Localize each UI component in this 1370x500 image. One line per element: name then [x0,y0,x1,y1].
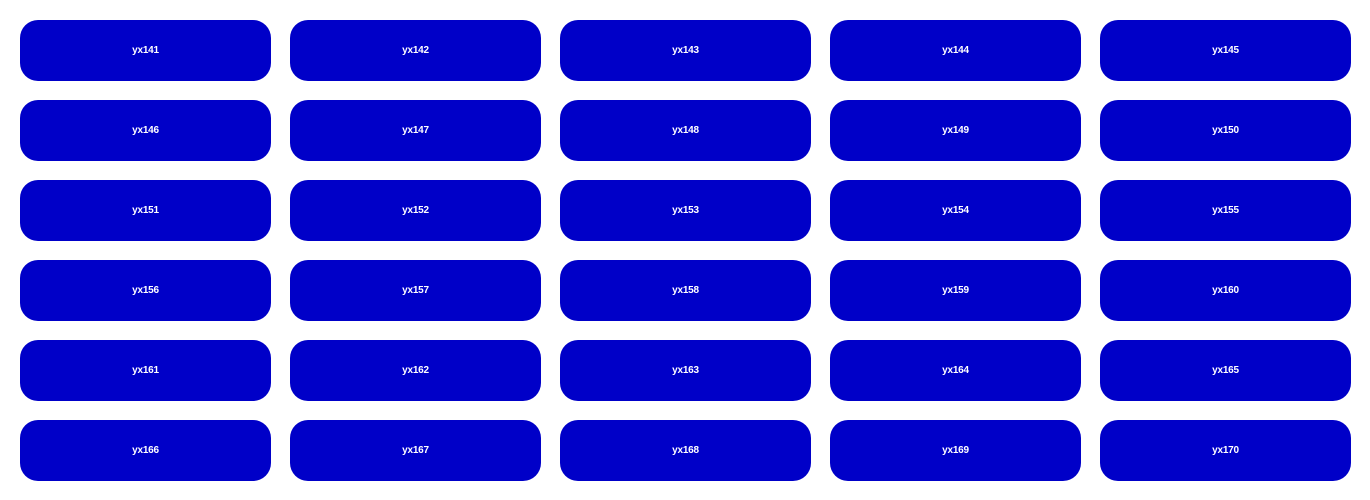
tile-label: yx158 [672,285,699,296]
tile-label: yx167 [402,445,429,456]
tile-button[interactable]: yx158 [560,260,811,321]
tile-button[interactable]: yx168 [560,420,811,481]
tile-label: yx159 [942,285,969,296]
tile-label: yx160 [1212,285,1239,296]
tile-label: yx162 [402,365,429,376]
tile-label: yx147 [402,125,429,136]
tile-button[interactable]: yx142 [290,20,541,81]
tile-label: yx150 [1212,125,1239,136]
tile-label: yx157 [402,285,429,296]
tile-button[interactable]: yx165 [1100,340,1351,401]
tile-label: yx148 [672,125,699,136]
tile-button[interactable]: yx147 [290,100,541,161]
tile-button[interactable]: yx155 [1100,180,1351,241]
tile-label: yx141 [132,45,159,56]
tile-label: yx170 [1212,445,1239,456]
tile-label: yx166 [132,445,159,456]
tile-label: yx161 [132,365,159,376]
tile-label: yx143 [672,45,699,56]
tile-label: yx142 [402,45,429,56]
tile-button[interactable]: yx152 [290,180,541,241]
tile-label: yx168 [672,445,699,456]
tile-button[interactable]: yx150 [1100,100,1351,161]
tile-button[interactable]: yx151 [20,180,271,241]
tile-label: yx152 [402,205,429,216]
tile-label: yx155 [1212,205,1239,216]
tile-label: yx163 [672,365,699,376]
tile-button[interactable]: yx166 [20,420,271,481]
tile-button[interactable]: yx141 [20,20,271,81]
tile-label: yx154 [942,205,969,216]
tile-label: yx153 [672,205,699,216]
tile-button[interactable]: yx157 [290,260,541,321]
tile-label: yx165 [1212,365,1239,376]
tile-label: yx149 [942,125,969,136]
tile-label: yx146 [132,125,159,136]
tile-button[interactable]: yx169 [830,420,1081,481]
tile-button[interactable]: yx143 [560,20,811,81]
tile-grid: yx141 yx142 yx143 yx144 yx145 yx146 yx147 yx148… [20,20,1351,481]
tile-button[interactable]: yx145 [1100,20,1351,81]
tile-button[interactable]: yx163 [560,340,811,401]
tile-button[interactable]: yx153 [560,180,811,241]
tile-label: yx144 [942,45,969,56]
tile-button[interactable]: yx162 [290,340,541,401]
tile-button[interactable]: yx148 [560,100,811,161]
tile-button[interactable]: yx170 [1100,420,1351,481]
tile-button[interactable]: yx144 [830,20,1081,81]
tile-button[interactable]: yx160 [1100,260,1351,321]
tile-button[interactable]: yx159 [830,260,1081,321]
tile-label: yx164 [942,365,969,376]
tile-label: yx151 [132,205,159,216]
tile-label: yx145 [1212,45,1239,56]
tile-button[interactable]: yx167 [290,420,541,481]
tile-button[interactable]: yx149 [830,100,1081,161]
tile-button[interactable]: yx146 [20,100,271,161]
tile-button[interactable]: yx161 [20,340,271,401]
tile-label: yx169 [942,445,969,456]
tile-button[interactable]: yx164 [830,340,1081,401]
tile-label: yx156 [132,285,159,296]
tile-button[interactable]: yx156 [20,260,271,321]
tile-button[interactable]: yx154 [830,180,1081,241]
